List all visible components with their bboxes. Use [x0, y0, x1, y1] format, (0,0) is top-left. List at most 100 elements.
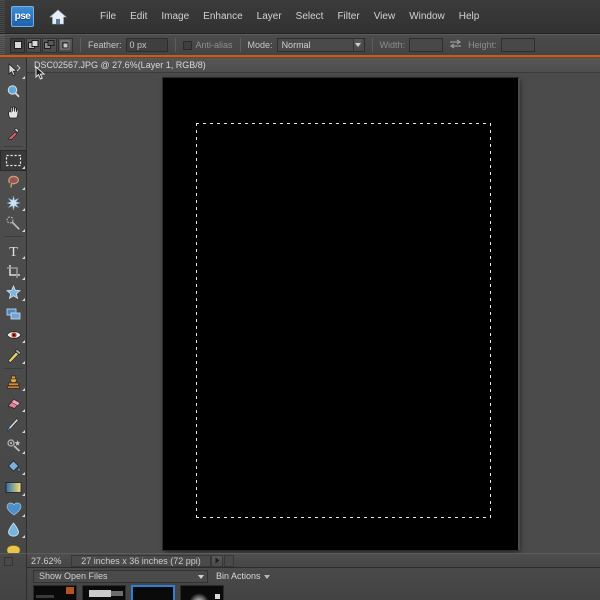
zoom-level[interactable]: 27.62% — [27, 556, 71, 566]
tool-expand-corner — [22, 256, 25, 259]
quick-selection-tool[interactable] — [0, 213, 27, 234]
zoom-tool[interactable] — [0, 81, 27, 102]
bin-thumbnail-4[interactable] — [180, 585, 224, 600]
options-separator-4 — [371, 38, 373, 52]
blur-tool[interactable] — [0, 519, 27, 540]
menu-item-layer[interactable]: Layer — [250, 8, 289, 25]
magic-wand-tool[interactable] — [0, 192, 27, 213]
bin-toggle-button[interactable] — [4, 557, 13, 566]
status-menu-button[interactable] — [211, 554, 223, 567]
selection-marquee[interactable] — [196, 123, 491, 518]
straighten-tool[interactable] — [0, 303, 27, 324]
tool-expand-corner — [22, 187, 25, 190]
eyedropper-tool[interactable] — [0, 123, 27, 144]
status-bar: 27.62% 27 inches x 36 inches (72 ppi) — [27, 553, 600, 567]
toolbox-footer — [0, 553, 27, 600]
tool-expand-corner — [22, 409, 25, 412]
clone-stamp-tool[interactable] — [0, 372, 27, 393]
mode-label: Mode: — [247, 40, 273, 50]
bin-actions-menu[interactable]: Bin Actions — [216, 571, 270, 581]
tool-expand-corner — [22, 430, 25, 433]
brush-tool[interactable] — [0, 414, 27, 435]
toolbox: T — [0, 58, 27, 596]
tool-expand-corner — [22, 451, 25, 454]
bin-thumbnail-2[interactable] — [82, 585, 126, 600]
selection-edge-right — [490, 123, 491, 518]
anti-alias-label: Anti-alias — [195, 40, 233, 50]
document-area: DSC02567.JPG @ 27.6%(Layer 1, RGB/8) — [27, 58, 600, 553]
tool-expand-corner — [22, 208, 25, 211]
rectangular-marquee-tool[interactable] — [0, 150, 27, 171]
status-resize-grip[interactable] — [224, 554, 234, 567]
pse-logo-icon: pse — [11, 6, 34, 27]
feather-label: Feather: — [88, 40, 122, 50]
menu-item-window[interactable]: Window — [402, 8, 452, 25]
menu-item-edit[interactable]: Edit — [123, 8, 154, 25]
swap-width-height-icon[interactable] — [449, 39, 462, 51]
image-canvas[interactable] — [163, 78, 518, 550]
move-tool[interactable] — [0, 60, 27, 81]
height-input[interactable] — [500, 38, 535, 52]
menu-item-help[interactable]: Help — [452, 8, 487, 25]
menu-item-file[interactable]: File — [93, 8, 123, 25]
red-eye-removal-tool[interactable] — [0, 324, 27, 345]
menu-item-enhance[interactable]: Enhance — [196, 8, 249, 25]
smart-brush-tool[interactable] — [0, 435, 27, 456]
selection-mode-group — [10, 37, 73, 53]
options-bar-grip[interactable] — [0, 34, 5, 56]
tool-expand-corner — [22, 472, 25, 475]
intersect-selection-button[interactable] — [58, 37, 73, 53]
width-input[interactable] — [409, 38, 444, 52]
menubar-grip[interactable] — [0, 0, 5, 34]
feather-value: 0 px — [129, 40, 147, 50]
mode-dropdown[interactable]: Normal — [276, 38, 365, 52]
menu-item-filter[interactable]: Filter — [330, 8, 366, 25]
document-title: DSC02567.JPG @ 27.6%(Layer 1, RGB/8) — [34, 60, 206, 70]
photoshop-elements-window: pse File Edit Image Enhance Layer Select… — [0, 0, 600, 600]
menu-bar: pse File Edit Image Enhance Layer Select… — [0, 0, 600, 34]
tool-expand-corner — [22, 229, 25, 232]
photo-bin-header: Show Open Files Bin Actions — [27, 568, 600, 584]
menu-item-select[interactable]: Select — [289, 8, 331, 25]
bin-thumbnail-1[interactable] — [33, 585, 77, 600]
chevron-down-icon — [352, 39, 362, 51]
menu-item-image[interactable]: Image — [154, 8, 196, 25]
tool-expand-corner — [22, 514, 25, 517]
bin-actions-label: Bin Actions — [216, 571, 261, 581]
healing-brush-tool[interactable] — [0, 345, 27, 366]
home-icon[interactable] — [45, 5, 71, 29]
selection-edge-bottom — [196, 517, 491, 518]
photo-bin-thumbnails — [27, 584, 600, 600]
bin-thumbnail-3[interactable] — [131, 585, 175, 600]
tool-expand-corner — [22, 388, 25, 391]
document-title-bar: DSC02567.JPG @ 27.6%(Layer 1, RGB/8) — [27, 58, 600, 73]
height-label: Height: — [468, 40, 497, 50]
tool-expand-corner — [22, 493, 25, 496]
type-tool[interactable]: T — [0, 240, 27, 261]
crop-tool[interactable] — [0, 261, 27, 282]
tool-expand-corner — [22, 76, 25, 79]
tool-expand-corner — [22, 340, 25, 343]
selection-edge-top — [196, 123, 491, 124]
cookie-cutter-tool[interactable] — [0, 282, 27, 303]
lasso-tool[interactable] — [0, 171, 27, 192]
photo-bin-filter-dropdown[interactable]: Show Open Files — [33, 569, 208, 583]
options-separator-1 — [80, 38, 81, 52]
menu-items: File Edit Image Enhance Layer Select Fil… — [93, 8, 486, 25]
photo-bin: Show Open Files Bin Actions — [27, 567, 600, 600]
shape-tool[interactable] — [0, 498, 27, 519]
paint-bucket-tool[interactable] — [0, 456, 27, 477]
tool-expand-corner — [22, 361, 25, 364]
photo-bin-filter-value: Show Open Files — [39, 571, 108, 581]
eraser-tool[interactable] — [0, 393, 27, 414]
gradient-tool[interactable] — [0, 477, 27, 498]
subtract-from-selection-button[interactable] — [42, 37, 57, 53]
add-to-selection-button[interactable] — [26, 37, 41, 53]
hand-tool[interactable] — [0, 102, 27, 123]
anti-alias-checkbox[interactable] — [182, 40, 192, 50]
menu-item-view[interactable]: View — [367, 8, 403, 25]
new-selection-button[interactable] — [10, 37, 25, 53]
chevron-down-icon — [263, 571, 270, 581]
tool-options-bar: Feather: 0 px Anti-alias Mode: Normal Wi… — [0, 34, 600, 56]
feather-input[interactable]: 0 px — [125, 38, 168, 52]
